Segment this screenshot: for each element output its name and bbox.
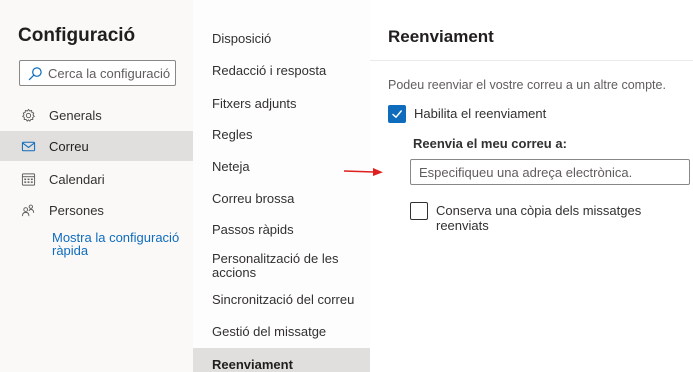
enable-forwarding-checkbox[interactable] (388, 105, 406, 123)
pane-title: Reenviament (388, 27, 494, 46)
keep-copy-option[interactable]: Conserva una còpia dels missatges reenvi… (410, 202, 666, 233)
header-divider (370, 60, 693, 61)
section-item-passos-rapids[interactable]: Passos ràpids (193, 223, 370, 237)
mail-icon (20, 138, 36, 154)
gear-icon (20, 107, 36, 123)
settings-sidebar: Configuració Generals (0, 0, 193, 372)
people-icon (20, 202, 36, 218)
nav-item-persones[interactable]: Persones (0, 195, 193, 225)
nav-item-label: Persones (49, 202, 104, 218)
section-item-fitxers[interactable]: Fitxers adjunts (193, 97, 370, 111)
section-item-disposicio[interactable]: Disposició (193, 32, 370, 46)
settings-window: Configuració Generals (0, 0, 693, 372)
section-item-correu-brossa[interactable]: Correu brossa (193, 192, 370, 206)
section-item-redaccio[interactable]: Redacció i resposta (193, 64, 370, 78)
nav-item-generals[interactable]: Generals (0, 100, 193, 130)
forwarding-description: Podeu reenviar el vostre correu a un alt… (388, 78, 666, 92)
section-item-personalitzacio[interactable]: Personalització de les accions (193, 252, 370, 280)
enable-forwarding-option[interactable]: Habilita el reenviament (388, 105, 546, 123)
section-item-regles[interactable]: Regles (193, 128, 370, 142)
enable-forwarding-label: Habilita el reenviament (414, 106, 547, 121)
nav-item-correu[interactable]: Correu (0, 131, 193, 161)
nav-item-label: Correu (49, 138, 89, 154)
checkmark-icon (392, 110, 402, 118)
keep-copy-label: Conserva una còpia dels missatges reenvi… (436, 203, 642, 233)
search-icon (28, 66, 42, 80)
keep-copy-checkbox[interactable] (410, 202, 428, 220)
nav-item-calendari[interactable]: Calendari (0, 164, 193, 194)
forward-email-input[interactable] (410, 159, 690, 185)
annotation-arrow-icon (343, 168, 383, 176)
nav-item-label: Generals (49, 107, 102, 123)
calendar-icon (20, 171, 36, 187)
nav-item-label: Calendari (49, 171, 105, 187)
show-quick-settings-link[interactable]: Mostra la configuració ràpida (52, 231, 182, 257)
settings-title: Configuració (18, 25, 136, 46)
section-item-reenviament[interactable]: Reenviament (193, 348, 370, 372)
settings-search-input[interactable] (48, 65, 176, 81)
forward-to-label: Reenvia el meu correu a: (413, 136, 567, 151)
section-item-gestio[interactable]: Gestió del missatge (193, 325, 370, 339)
section-item-sincronitzacio[interactable]: Sincronització del correu (193, 293, 370, 307)
forwarding-pane: Reenviament Podeu reenviar el vostre cor… (370, 0, 693, 372)
mail-sections-list: Disposició Redacció i resposta Fitxers a… (193, 0, 370, 372)
settings-search-box[interactable] (19, 60, 176, 86)
